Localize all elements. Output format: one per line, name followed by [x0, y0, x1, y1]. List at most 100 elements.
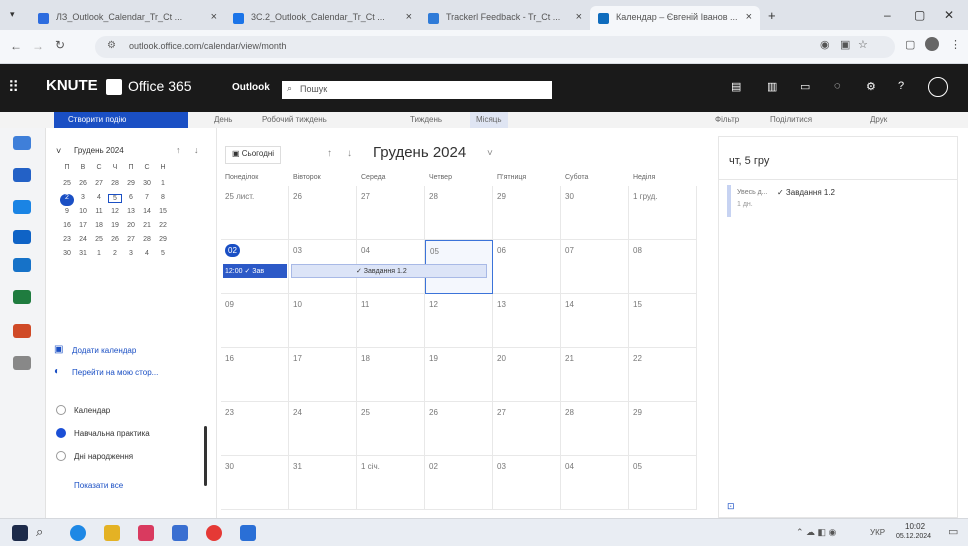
minical-day[interactable]: 5	[108, 194, 122, 203]
day-cell[interactable]: 28	[425, 186, 493, 240]
minical-day[interactable]: 2	[108, 250, 122, 257]
day-cell[interactable]: 1 груд.	[629, 186, 697, 240]
minical-day[interactable]: 30	[140, 180, 154, 187]
clock-date[interactable]: 05.12.2024	[896, 533, 931, 540]
word-icon[interactable]	[13, 258, 31, 272]
calendar-checkbox-2[interactable]	[56, 428, 66, 438]
close-tab-icon[interactable]: ×	[576, 11, 582, 23]
minical-day[interactable]: 3	[76, 194, 90, 201]
day-cell[interactable]: 15	[629, 294, 697, 348]
minical-day[interactable]: 14	[140, 208, 154, 215]
go-to-my-page-link[interactable]: Перейти на мою стор...	[72, 368, 158, 377]
minical-day[interactable]: 9	[60, 208, 74, 215]
excel-icon[interactable]	[13, 290, 31, 304]
day-cell[interactable]: 23	[221, 402, 289, 456]
store-icon[interactable]	[138, 525, 154, 541]
bookmark-icon[interactable]: ☆	[858, 38, 868, 51]
collapse-icon[interactable]: ˅	[56, 146, 61, 156]
day-cell[interactable]: 09	[221, 294, 289, 348]
close-tab-icon[interactable]: ×	[211, 11, 217, 23]
filter-button[interactable]: Фільтр	[715, 115, 739, 124]
start-icon[interactable]	[12, 525, 28, 541]
translate-icon[interactable]: ▣	[840, 38, 850, 51]
clock-time[interactable]: 10:02	[905, 522, 925, 531]
expand-pane-icon[interactable]: ⊡	[727, 501, 735, 512]
language-indicator[interactable]: УКР	[870, 528, 885, 537]
day-cell[interactable]: 16	[221, 348, 289, 402]
app-name[interactable]: Outlook	[232, 82, 270, 93]
close-tab-icon[interactable]: ×	[406, 11, 412, 23]
minical-day[interactable]: 22	[156, 222, 170, 229]
day-cell[interactable]: 18	[357, 348, 425, 402]
browser-menu-icon[interactable]: ⋮	[950, 38, 961, 51]
minical-day[interactable]: 21	[140, 222, 154, 229]
day-cell[interactable]: 14	[561, 294, 629, 348]
share-button[interactable]: Поділитися	[770, 115, 812, 124]
back-icon[interactable]: ←	[10, 39, 22, 53]
minical-day[interactable]: 4	[92, 194, 106, 201]
reload-icon[interactable]: ↻	[55, 38, 65, 52]
close-window-icon[interactable]: ✕	[944, 8, 954, 22]
search-input[interactable]: ⌕ Пошук	[282, 81, 552, 99]
calendar-item-label[interactable]: Дні народження	[74, 452, 133, 461]
minical-day[interactable]: 28	[140, 236, 154, 243]
view-workweek-button[interactable]: Робочий тиждень	[262, 115, 327, 124]
day-cell[interactable]: 25 лист.	[221, 186, 289, 240]
day-cell[interactable]: 17	[289, 348, 357, 402]
calendar-icon[interactable]	[13, 168, 31, 182]
minical-day[interactable]: 16	[60, 222, 74, 229]
minical-day[interactable]: 20	[124, 222, 138, 229]
calendar-item-label[interactable]: Календар	[74, 406, 110, 415]
minical-day[interactable]: 18	[92, 222, 106, 229]
day-cell[interactable]: 22	[629, 348, 697, 402]
day-cell[interactable]: 30	[561, 186, 629, 240]
profile-avatar[interactable]	[925, 37, 939, 51]
minical-day[interactable]: 19	[108, 222, 122, 229]
day-cell[interactable]: 24	[289, 402, 357, 456]
day-cell[interactable]: 12	[425, 294, 493, 348]
todo-icon[interactable]	[13, 200, 31, 214]
next-month-icon[interactable]: ↓	[194, 145, 199, 155]
minimize-icon[interactable]: –	[884, 8, 891, 22]
minical-day[interactable]: 31	[76, 250, 90, 257]
browser-tab-2[interactable]: 3C.2_Outlook_Calendar_Tr_Ct ... ×	[225, 6, 420, 30]
edge-icon[interactable]	[70, 525, 86, 541]
agenda-event[interactable]: Увесь д... 1 дн. ✓ Завдання 1.2	[731, 185, 881, 217]
new-tab-icon[interactable]: +	[768, 8, 776, 23]
chrome-icon[interactable]	[206, 525, 222, 541]
day-cell[interactable]: 29	[493, 186, 561, 240]
day-cell[interactable]: 1 січ.	[357, 456, 425, 510]
site-info-icon[interactable]: ⚙	[107, 40, 116, 51]
next-month-icon[interactable]: ↓	[347, 148, 352, 159]
minical-day[interactable]: 29	[156, 236, 170, 243]
minical-day[interactable]: 28	[108, 180, 122, 187]
minical-day[interactable]: 27	[92, 180, 106, 187]
minical-day[interactable]: 6	[124, 194, 138, 201]
minical-day[interactable]: 24	[76, 236, 90, 243]
minical-day[interactable]: 23	[60, 236, 74, 243]
day-cell[interactable]: 27	[357, 186, 425, 240]
calendar-checkbox-3[interactable]	[56, 451, 66, 461]
day-cell[interactable]: 05	[629, 456, 697, 510]
view-week-button[interactable]: Тиждень	[410, 115, 442, 124]
day-cell[interactable]: 19	[425, 348, 493, 402]
minical-day[interactable]: 13	[124, 208, 138, 215]
url-bar[interactable]: ⚙ outlook.office.com/calendar/view/month	[95, 36, 895, 58]
day-cell[interactable]: 29	[629, 402, 697, 456]
tray-icons[interactable]: ⌃ ☁ ◧ ◉	[796, 527, 836, 538]
minical-day[interactable]: 30	[60, 250, 74, 257]
onedrive-icon[interactable]	[13, 230, 31, 244]
day-cell[interactable]: 07	[561, 240, 629, 294]
day-cell[interactable]: 28	[561, 402, 629, 456]
day-cell[interactable]: 31	[289, 456, 357, 510]
browser-tab-active[interactable]: Календар – Євгеній Іванов ... ×	[590, 6, 760, 30]
settings-icon[interactable]: ⚙	[866, 80, 876, 93]
day-cell[interactable]: 27	[493, 402, 561, 456]
minicalendar-month-label[interactable]: Грудень 2024	[74, 146, 124, 155]
teams-taskbar-icon[interactable]	[172, 525, 188, 541]
minical-day[interactable]: 25	[60, 180, 74, 187]
minical-day[interactable]: 25	[92, 236, 106, 243]
minical-day[interactable]: 29	[124, 180, 138, 187]
browser-tab-1[interactable]: ЛЗ_Outlook_Calendar_Tr_Ct ... ×	[30, 6, 225, 30]
minical-day[interactable]: 27	[124, 236, 138, 243]
